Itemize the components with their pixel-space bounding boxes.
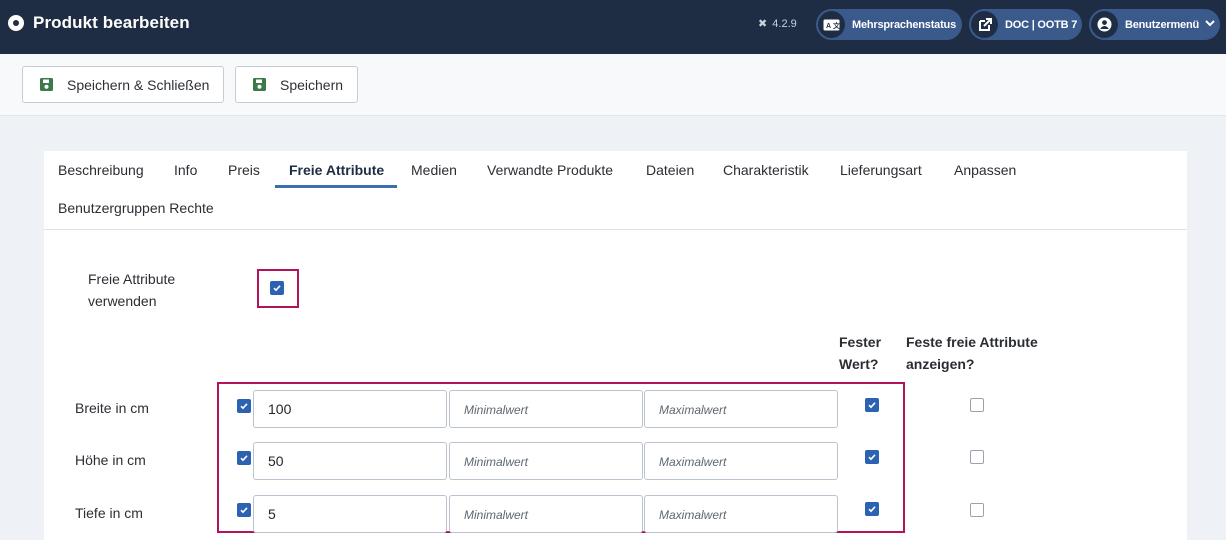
svg-text:文: 文: [833, 21, 840, 30]
row-label-breite: Breite in cm: [75, 400, 149, 416]
doc-label: DOC | OOTB 7: [1005, 18, 1078, 31]
tab-bar: Beschreibung Info Preis Freie Attribute …: [44, 151, 1187, 230]
joomla-icon: ✖: [758, 18, 768, 30]
multilang-status-button[interactable]: A文 Mehrsprachenstatus: [816, 9, 962, 40]
row-enable-checkbox-tiefe[interactable]: [237, 503, 251, 517]
row-label-hoehe: Höhe in cm: [75, 452, 146, 468]
use-free-attributes-label-line1: Freie Attribute: [88, 271, 176, 287]
show-fixed-header-line1: Feste freie Attribute: [906, 334, 1038, 350]
use-free-attributes-label-line2: verwenden: [88, 293, 157, 309]
version-label: 4.2.9: [772, 18, 797, 30]
max-input-tiefe[interactable]: [644, 495, 838, 533]
fixed-value-checkbox-hoehe[interactable]: [865, 450, 879, 464]
active-tab-indicator: [275, 185, 397, 188]
page-icon: [8, 15, 24, 31]
user-icon: [1091, 11, 1118, 38]
save-icon: [40, 78, 53, 91]
tab-freie-attribute[interactable]: Freie Attribute: [289, 162, 384, 178]
use-free-attributes-checkbox[interactable]: [270, 281, 284, 295]
page-title: Produkt bearbeiten: [33, 13, 190, 32]
value-input-tiefe[interactable]: [253, 495, 447, 533]
tab-info[interactable]: Info: [174, 162, 197, 178]
tab-charakteristik[interactable]: Charakteristik: [723, 162, 809, 178]
max-input-hoehe[interactable]: [644, 442, 838, 480]
edit-card: Beschreibung Info Preis Freie Attribute …: [44, 151, 1187, 540]
tab-preis[interactable]: Preis: [228, 162, 260, 178]
doc-site-button[interactable]: DOC | OOTB 7: [969, 9, 1082, 40]
tab-anpassen[interactable]: Anpassen: [954, 162, 1016, 178]
fixed-value-header-line2: Wert?: [839, 356, 879, 372]
language-icon: A文: [818, 11, 845, 38]
tab-verwandte-produkte[interactable]: Verwandte Produkte: [487, 162, 613, 178]
save-and-close-button[interactable]: Speichern & Schließen: [22, 66, 224, 103]
fixed-value-checkbox-tiefe[interactable]: [865, 502, 879, 516]
show-fixed-checkbox-breite[interactable]: [970, 398, 984, 412]
tab-lieferungsart[interactable]: Lieferungsart: [840, 162, 922, 178]
save-button[interactable]: Speichern: [235, 66, 358, 103]
tab-dateien[interactable]: Dateien: [646, 162, 694, 178]
tab-benutzergruppen-rechte[interactable]: Benutzergruppen Rechte: [58, 200, 214, 216]
toolbar: Speichern & Schließen Speichern: [0, 54, 1226, 116]
min-input-breite[interactable]: [449, 390, 643, 428]
tab-medien[interactable]: Medien: [411, 162, 457, 178]
row-enable-checkbox-hoehe[interactable]: [237, 451, 251, 465]
fixed-value-header-line1: Fester: [839, 334, 882, 350]
user-menu-label: Benutzermenü: [1125, 18, 1199, 31]
row-label-tiefe: Tiefe in cm: [75, 505, 143, 521]
top-header: Produkt bearbeiten ✖ 4.2.9 A文 Mehrsprach…: [0, 0, 1226, 54]
tab-beschreibung[interactable]: Beschreibung: [58, 162, 144, 178]
value-input-breite[interactable]: [253, 390, 447, 428]
joomla-version: ✖ 4.2.9: [758, 17, 797, 30]
max-input-breite[interactable]: [644, 390, 838, 428]
min-input-tiefe[interactable]: [449, 495, 643, 533]
chevron-down-icon: [1205, 19, 1215, 30]
save-label: Speichern: [280, 76, 344, 93]
show-fixed-header-line2: anzeigen?: [906, 356, 975, 372]
row-enable-checkbox-breite[interactable]: [237, 399, 251, 413]
fixed-value-checkbox-breite[interactable]: [865, 398, 879, 412]
save-icon: [253, 78, 266, 91]
save-and-close-label: Speichern & Schließen: [67, 76, 210, 93]
value-input-hoehe[interactable]: [253, 442, 447, 480]
show-fixed-checkbox-hoehe[interactable]: [970, 450, 984, 464]
multilang-label: Mehrsprachenstatus: [852, 18, 956, 31]
user-menu-button[interactable]: Benutzermenü: [1089, 9, 1220, 40]
svg-text:A: A: [826, 23, 831, 30]
min-input-hoehe[interactable]: [449, 442, 643, 480]
show-fixed-checkbox-tiefe[interactable]: [970, 503, 984, 517]
external-link-icon: [971, 11, 998, 38]
